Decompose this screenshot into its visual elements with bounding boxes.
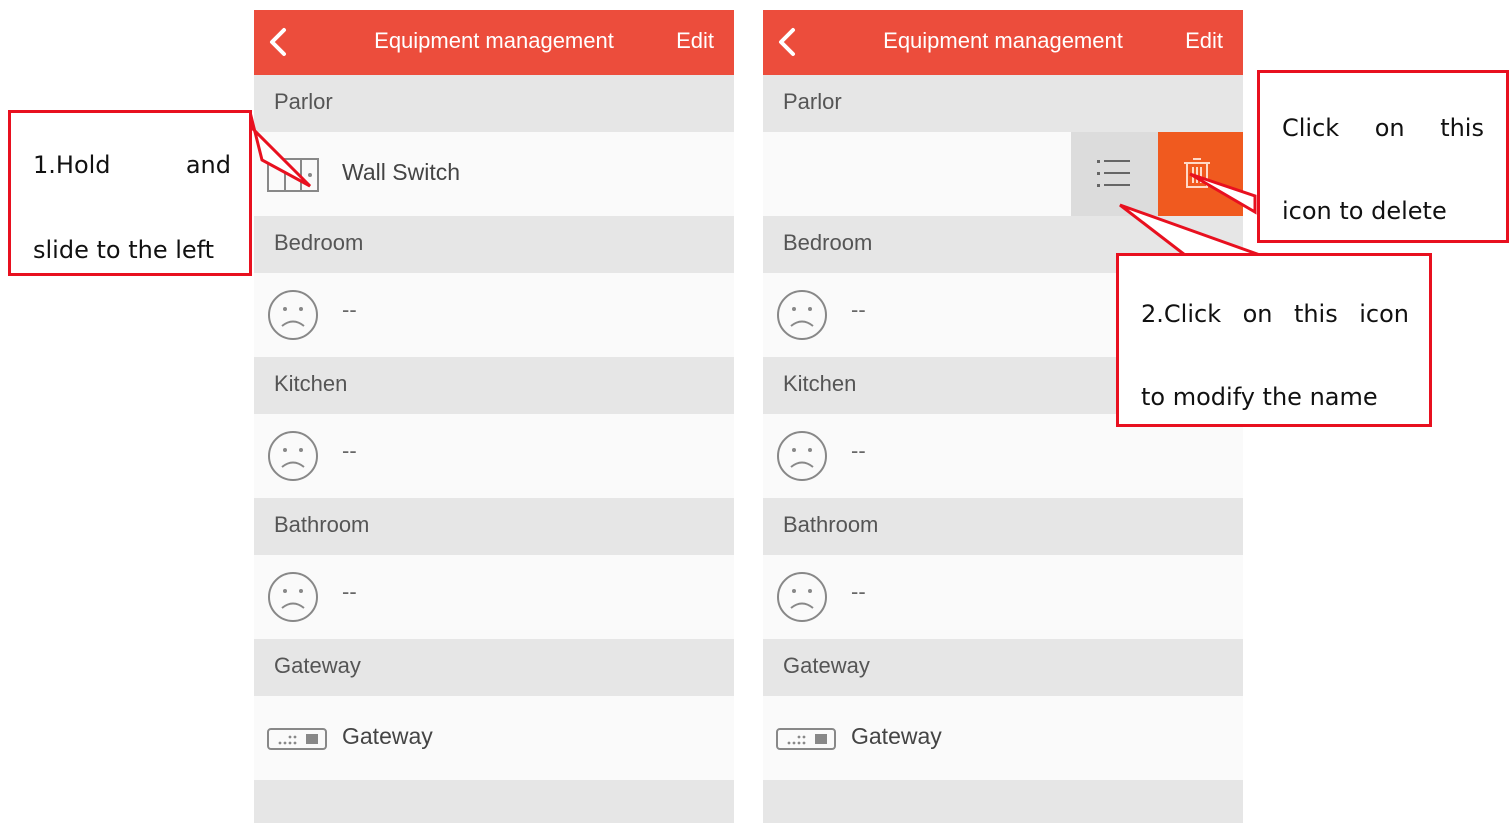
callout-text: icon xyxy=(1359,300,1409,328)
device-row-empty[interactable]: -- xyxy=(254,555,734,639)
callout-text: this xyxy=(1440,114,1484,142)
section-header-bathroom: Bathroom xyxy=(763,498,1243,555)
section-label: Gateway xyxy=(783,653,870,678)
edit-button[interactable]: Edit xyxy=(1185,28,1223,54)
section-header-gateway: Gateway xyxy=(254,639,734,696)
page-title: Equipment management xyxy=(374,28,614,53)
callout-text: to modify the name xyxy=(1141,383,1378,411)
callout-hold-and-slide: 1.Hold and slide to the left xyxy=(8,110,252,276)
list-footer xyxy=(763,780,1243,823)
callout-text: Click xyxy=(1282,114,1340,142)
section-label: Bedroom xyxy=(783,230,873,255)
sad-face-icon xyxy=(266,570,320,624)
section-header-gateway: Gateway xyxy=(763,639,1243,696)
callout-text: on xyxy=(1242,300,1273,328)
section-header-bedroom: Bedroom xyxy=(254,216,734,273)
list-icon xyxy=(1097,160,1130,187)
device-row-gateway[interactable]: Gateway xyxy=(763,696,1243,780)
section-label: Bedroom xyxy=(274,230,364,255)
device-row-empty[interactable]: -- xyxy=(254,273,734,357)
callout-text: slide to the left xyxy=(33,236,215,264)
device-row-empty[interactable]: -- xyxy=(763,555,1243,639)
callout-line: 2.Click on this icon xyxy=(1141,300,1409,328)
section-header-bathroom: Bathroom xyxy=(254,498,734,555)
device-name: Wall Switch xyxy=(342,159,460,185)
sad-face-icon xyxy=(775,429,829,483)
section-label: Parlor xyxy=(783,89,842,114)
list-footer xyxy=(254,780,734,823)
device-name: -- xyxy=(851,438,866,463)
callout-text: icon to delete xyxy=(1282,197,1447,225)
delete-button[interactable] xyxy=(1158,132,1243,216)
rename-button[interactable] xyxy=(1071,132,1158,216)
callout-text: and xyxy=(185,151,231,179)
device-row-gateway[interactable]: Gateway xyxy=(254,696,734,780)
section-header-kitchen: Kitchen xyxy=(254,357,734,414)
device-name: -- xyxy=(851,297,866,322)
app-header: Equipment management Edit xyxy=(254,10,734,75)
device-name: Gateway xyxy=(851,723,942,749)
section-header-parlor: Parlor xyxy=(254,75,734,132)
callout-text: this xyxy=(1293,300,1338,328)
section-label: Kitchen xyxy=(274,371,348,396)
sad-face-icon xyxy=(266,288,320,342)
callout-text: 1.Hold xyxy=(33,151,111,179)
app-header: Equipment management Edit xyxy=(763,10,1243,75)
gateway-icon xyxy=(775,711,836,765)
section-label: Parlor xyxy=(274,89,333,114)
sad-face-icon xyxy=(775,288,829,342)
device-name: -- xyxy=(851,579,866,604)
device-row-empty[interactable]: -- xyxy=(254,414,734,498)
callout-delete: Click on this icon to delete xyxy=(1257,70,1509,243)
sad-face-icon xyxy=(266,429,320,483)
swiped-device-row[interactable] xyxy=(763,132,1243,216)
device-name: -- xyxy=(342,297,357,322)
section-label: Kitchen xyxy=(783,371,857,396)
device-name: Gateway xyxy=(342,723,433,749)
sad-face-icon xyxy=(775,570,829,624)
callout-text: 2.Click xyxy=(1141,300,1222,328)
gateway-icon xyxy=(266,711,327,765)
section-label: Gateway xyxy=(274,653,361,678)
callout-text: on xyxy=(1374,114,1405,142)
device-name: -- xyxy=(342,579,357,604)
callout-line: Click on this xyxy=(1282,114,1484,142)
callout-rename: 2.Click on this icon to modify the name xyxy=(1116,253,1432,427)
wall-switch-icon xyxy=(266,147,320,201)
device-row-wall-switch[interactable]: Wall Switch xyxy=(254,132,734,216)
phone-screen-before-swipe: Equipment management Edit Parlor Wall Sw… xyxy=(254,10,734,823)
section-label: Bathroom xyxy=(274,512,370,537)
page-title: Equipment management xyxy=(883,28,1123,53)
section-header-parlor: Parlor xyxy=(763,75,1243,132)
trash-icon xyxy=(1184,158,1210,188)
callout-line: 1.Hold and xyxy=(33,151,231,179)
section-label: Bathroom xyxy=(783,512,879,537)
edit-button[interactable]: Edit xyxy=(676,28,714,54)
device-name: -- xyxy=(342,438,357,463)
